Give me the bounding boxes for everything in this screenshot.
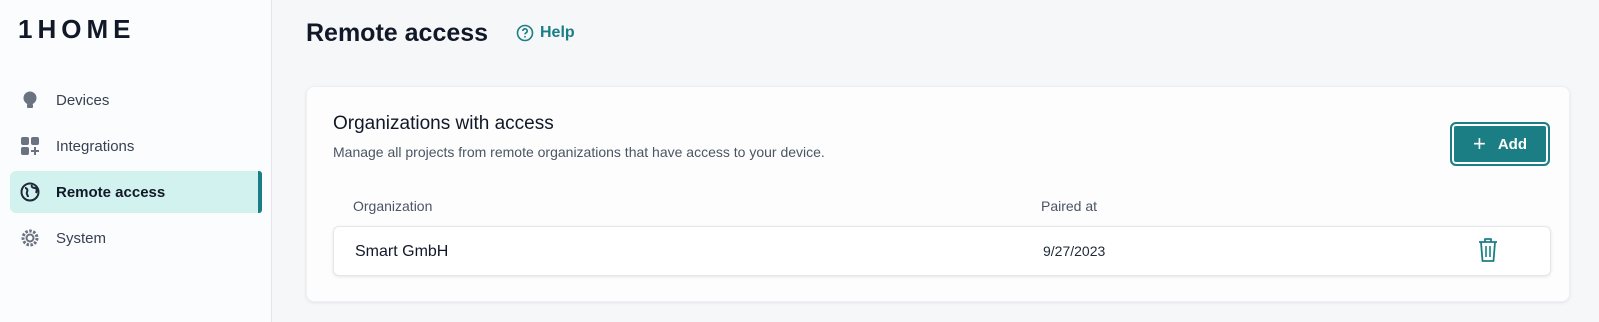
lightbulb-icon (20, 90, 40, 110)
help-label: Help (540, 24, 575, 41)
logo[interactable]: 1HOME (18, 14, 135, 45)
column-header-organization: Organization (353, 198, 433, 214)
card-subtitle: Manage all projects from remote organiza… (333, 144, 825, 160)
sidebar-item-devices[interactable]: Devices (10, 79, 262, 121)
table-row[interactable]: Smart GmbH 9/27/2023 (333, 226, 1551, 276)
sidebar-item-remote-access[interactable]: Remote access (10, 171, 262, 213)
organizations-card: Organizations with access Manage all pro… (306, 86, 1570, 302)
trash-icon[interactable] (1477, 237, 1499, 263)
question-icon (516, 24, 534, 42)
gear-icon (20, 228, 40, 248)
organization-cell: Smart GmbH (355, 243, 449, 260)
logo-text: 1HOME (18, 14, 136, 44)
integrations-icon (20, 136, 40, 156)
add-button-label: Add (1497, 135, 1528, 153)
plus-icon: + (1472, 131, 1486, 156)
sidebar-item-label: Remote access (56, 183, 166, 201)
sidebar-item-integrations[interactable]: Integrations (10, 125, 262, 167)
sidebar-nav: Devices Integrations Remote access Syste… (10, 79, 262, 263)
paired-at-cell: 9/27/2023 (1043, 243, 1106, 259)
help-link[interactable]: Help (516, 24, 575, 42)
card-title: Organizations with access (333, 113, 554, 134)
sidebar-item-label: System (56, 229, 107, 247)
sidebar: 1HOME Devices Integrations Remote access… (0, 0, 272, 322)
add-button[interactable]: + Add (1450, 122, 1550, 166)
page-title: Remote access (306, 19, 489, 47)
sidebar-item-label: Devices (56, 91, 110, 109)
column-header-paired-at: Paired at (1041, 198, 1098, 214)
globe-icon (20, 182, 40, 202)
sidebar-item-label: Integrations (56, 137, 135, 155)
sidebar-item-system[interactable]: System (10, 217, 262, 259)
